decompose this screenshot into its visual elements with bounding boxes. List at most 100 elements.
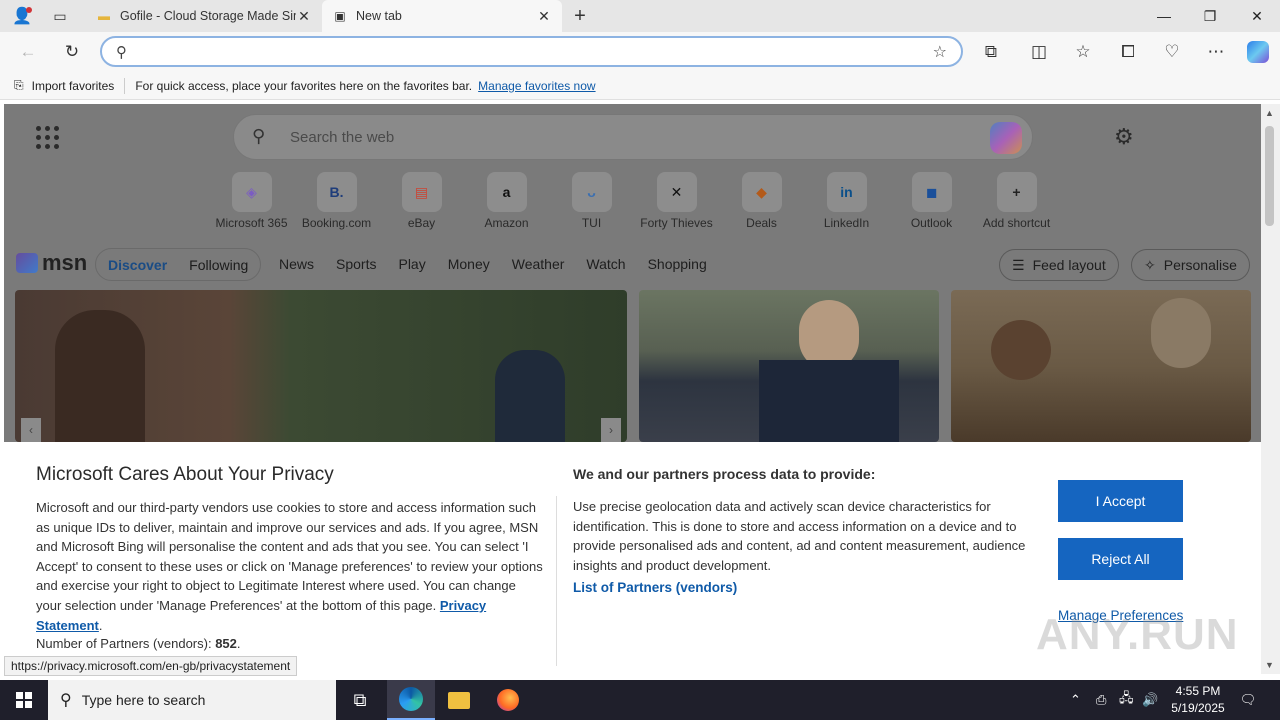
device-icon-tray[interactable]: ⎙ — [1096, 680, 1106, 720]
notification-dot — [26, 7, 32, 13]
web-search-placeholder: Search the web — [290, 129, 395, 146]
ebay-icon: ▤ — [401, 172, 442, 212]
favorite-star-icon[interactable]: ☆ — [933, 42, 947, 62]
split-screen-button[interactable]: ◫ — [1025, 38, 1053, 66]
list-of-partners-link[interactable]: List of Partners (vendors) — [573, 580, 737, 595]
shortcut-booking-com[interactable]: B. Booking.com — [294, 172, 379, 230]
show-hidden-icons[interactable]: ⌃ — [1070, 680, 1081, 720]
shortcut-ebay[interactable]: ▤ eBay — [379, 172, 464, 230]
taskbar-file-explorer[interactable] — [435, 680, 483, 720]
profile-button[interactable]: 👤 — [8, 4, 36, 28]
import-favorites-button[interactable]: ⎘ Import favorites — [14, 78, 114, 93]
tab-following[interactable]: Following — [189, 257, 248, 273]
msn-butterfly-icon — [16, 253, 38, 273]
scroll-up-icon[interactable]: ▲ — [1265, 108, 1274, 118]
close-tab-icon[interactable]: ✕ — [296, 8, 312, 25]
accept-button[interactable]: I Accept — [1058, 480, 1183, 522]
back-button[interactable]: ← — [14, 38, 42, 66]
shortcuts-row: ◈ Microsoft 365 B. Booking.com ▤ eBay a Amazon ᴗ… — [209, 172, 1059, 230]
network-icon-tray[interactable]: 🖧 — [1119, 680, 1134, 720]
taskbar-edge[interactable] — [387, 680, 435, 720]
sparkle-icon: ✧ — [1144, 256, 1156, 273]
nav-shopping[interactable]: Shopping — [648, 256, 707, 272]
shortcut-label: TUI — [581, 216, 602, 230]
scroll-down-icon[interactable]: ▼ — [1265, 660, 1274, 670]
app-launcher-icon[interactable] — [36, 126, 59, 149]
taskbar-firefox[interactable] — [484, 680, 532, 720]
search-icon: ⚲ — [252, 126, 266, 146]
page-settings-gear-icon[interactable]: ⚙ — [1114, 124, 1134, 150]
shortcut-linkedin[interactable]: in LinkedIn — [804, 172, 889, 230]
chevron-up-icon: ⌃ — [1070, 692, 1081, 707]
copilot-icon[interactable] — [990, 122, 1022, 154]
msn-feed-header: msn Discover Following News Sports Play … — [4, 240, 1261, 290]
nav-weather[interactable]: Weather — [512, 256, 565, 272]
address-input[interactable] — [142, 42, 922, 62]
new-tab-favicon-icon: ▣ — [334, 9, 346, 23]
tab-actions-button[interactable]: ▭ — [46, 4, 74, 28]
privacy-purposes: Use precise geolocation data and activel… — [573, 499, 1026, 573]
shortcut-microsoft-365[interactable]: ◈ Microsoft 365 — [209, 172, 294, 230]
shortcut-label: Outlook — [910, 216, 953, 230]
search-icon: ⚲ — [60, 692, 72, 709]
news-card-hero[interactable]: ‹ › — [15, 290, 627, 442]
browser-essentials-button[interactable]: ♡ — [1158, 38, 1186, 66]
msn-logo[interactable]: msn — [16, 250, 87, 276]
restore-button[interactable]: ❐ — [1187, 0, 1233, 32]
favorites-button[interactable]: ☆ — [1069, 38, 1097, 66]
nav-play[interactable]: Play — [398, 256, 425, 272]
collections-icon: ⧠ — [1121, 42, 1135, 61]
tab-new-tab[interactable]: ▣ New tab ✕ — [322, 0, 562, 32]
privacy-title: Microsoft Cares About Your Privacy — [36, 464, 334, 485]
copilot-button[interactable] — [1244, 38, 1272, 66]
start-button[interactable] — [0, 680, 48, 720]
news-card-3[interactable] — [951, 290, 1251, 442]
shortcut-label: Add shortcut — [982, 216, 1051, 230]
news-card-2[interactable] — [639, 290, 939, 442]
close-tab-icon[interactable]: ✕ — [536, 8, 552, 25]
tab-gofile[interactable]: ▬ Gofile - Cloud Storage Made Sim ✕ — [86, 0, 322, 32]
minimize-icon: — — [1157, 8, 1171, 24]
refresh-button[interactable]: ↻ — [58, 38, 86, 66]
extensions-button[interactable]: ⧉ — [977, 38, 1005, 66]
collections-button[interactable]: ⧠ — [1114, 38, 1142, 66]
address-bar[interactable]: ⚲ ☆ — [100, 36, 963, 67]
scroll-thumb[interactable] — [1265, 126, 1274, 226]
new-tab-button[interactable]: + — [566, 4, 594, 28]
volume-icon-tray[interactable]: 🔊 — [1142, 680, 1158, 720]
partners-count: Number of Partners (vendors): 852. — [36, 636, 241, 651]
manage-favorites-link[interactable]: Manage favorites now — [478, 79, 595, 93]
carousel-next-icon[interactable]: › — [601, 418, 621, 442]
reject-all-button[interactable]: Reject All — [1058, 538, 1183, 580]
shortcut-label: Booking.com — [301, 216, 372, 230]
nav-sports[interactable]: Sports — [336, 256, 376, 272]
page-scrollbar[interactable]: ▲ ▼ — [1261, 104, 1280, 674]
close-window-button[interactable]: ✕ — [1234, 0, 1280, 32]
personalise-button[interactable]: ✧ Personalise — [1131, 249, 1250, 281]
clock[interactable]: 4:55 PM 5/19/2025 — [1162, 683, 1234, 717]
notifications-button[interactable]: 🗨 — [1238, 680, 1258, 720]
volume-icon: 🔊 — [1142, 692, 1159, 707]
shortcut-forty-thieves[interactable]: ✕ Forty Thieves — [634, 172, 719, 230]
shortcut-amazon[interactable]: a Amazon — [464, 172, 549, 230]
title-bar: 👤 ▭ ▬ Gofile - Cloud Storage Made Sim ✕ … — [0, 0, 1280, 32]
nav-money[interactable]: Money — [448, 256, 490, 272]
shortcut-tui[interactable]: ᴗ TUI — [549, 172, 634, 230]
web-search-box[interactable]: ⚲ Search the web — [233, 114, 1033, 160]
feed-layout-button[interactable]: ☰ Feed layout — [999, 249, 1119, 281]
folder-favicon-icon: ▬ — [98, 9, 110, 23]
nav-watch[interactable]: Watch — [586, 256, 625, 272]
carousel-prev-icon[interactable]: ‹ — [21, 418, 41, 442]
tab-discover[interactable]: Discover — [108, 257, 167, 273]
shortcut-add-shortcut[interactable]: + Add shortcut — [974, 172, 1059, 230]
shortcut-deals[interactable]: ◆ Deals — [719, 172, 804, 230]
restore-icon: ❐ — [1203, 7, 1217, 24]
privacy-subtitle: We and our partners process data to prov… — [573, 466, 876, 482]
task-view-button[interactable]: ⧉ — [336, 680, 384, 720]
split-screen-icon: ◫ — [1030, 42, 1048, 61]
taskbar-search-box[interactable]: ⚲ Type here to search — [48, 680, 336, 720]
minimize-button[interactable]: — — [1141, 0, 1187, 32]
nav-news[interactable]: News — [279, 256, 314, 272]
settings-more-button[interactable]: ⋯ — [1202, 38, 1230, 66]
shortcut-outlook[interactable]: ◼ Outlook — [889, 172, 974, 230]
